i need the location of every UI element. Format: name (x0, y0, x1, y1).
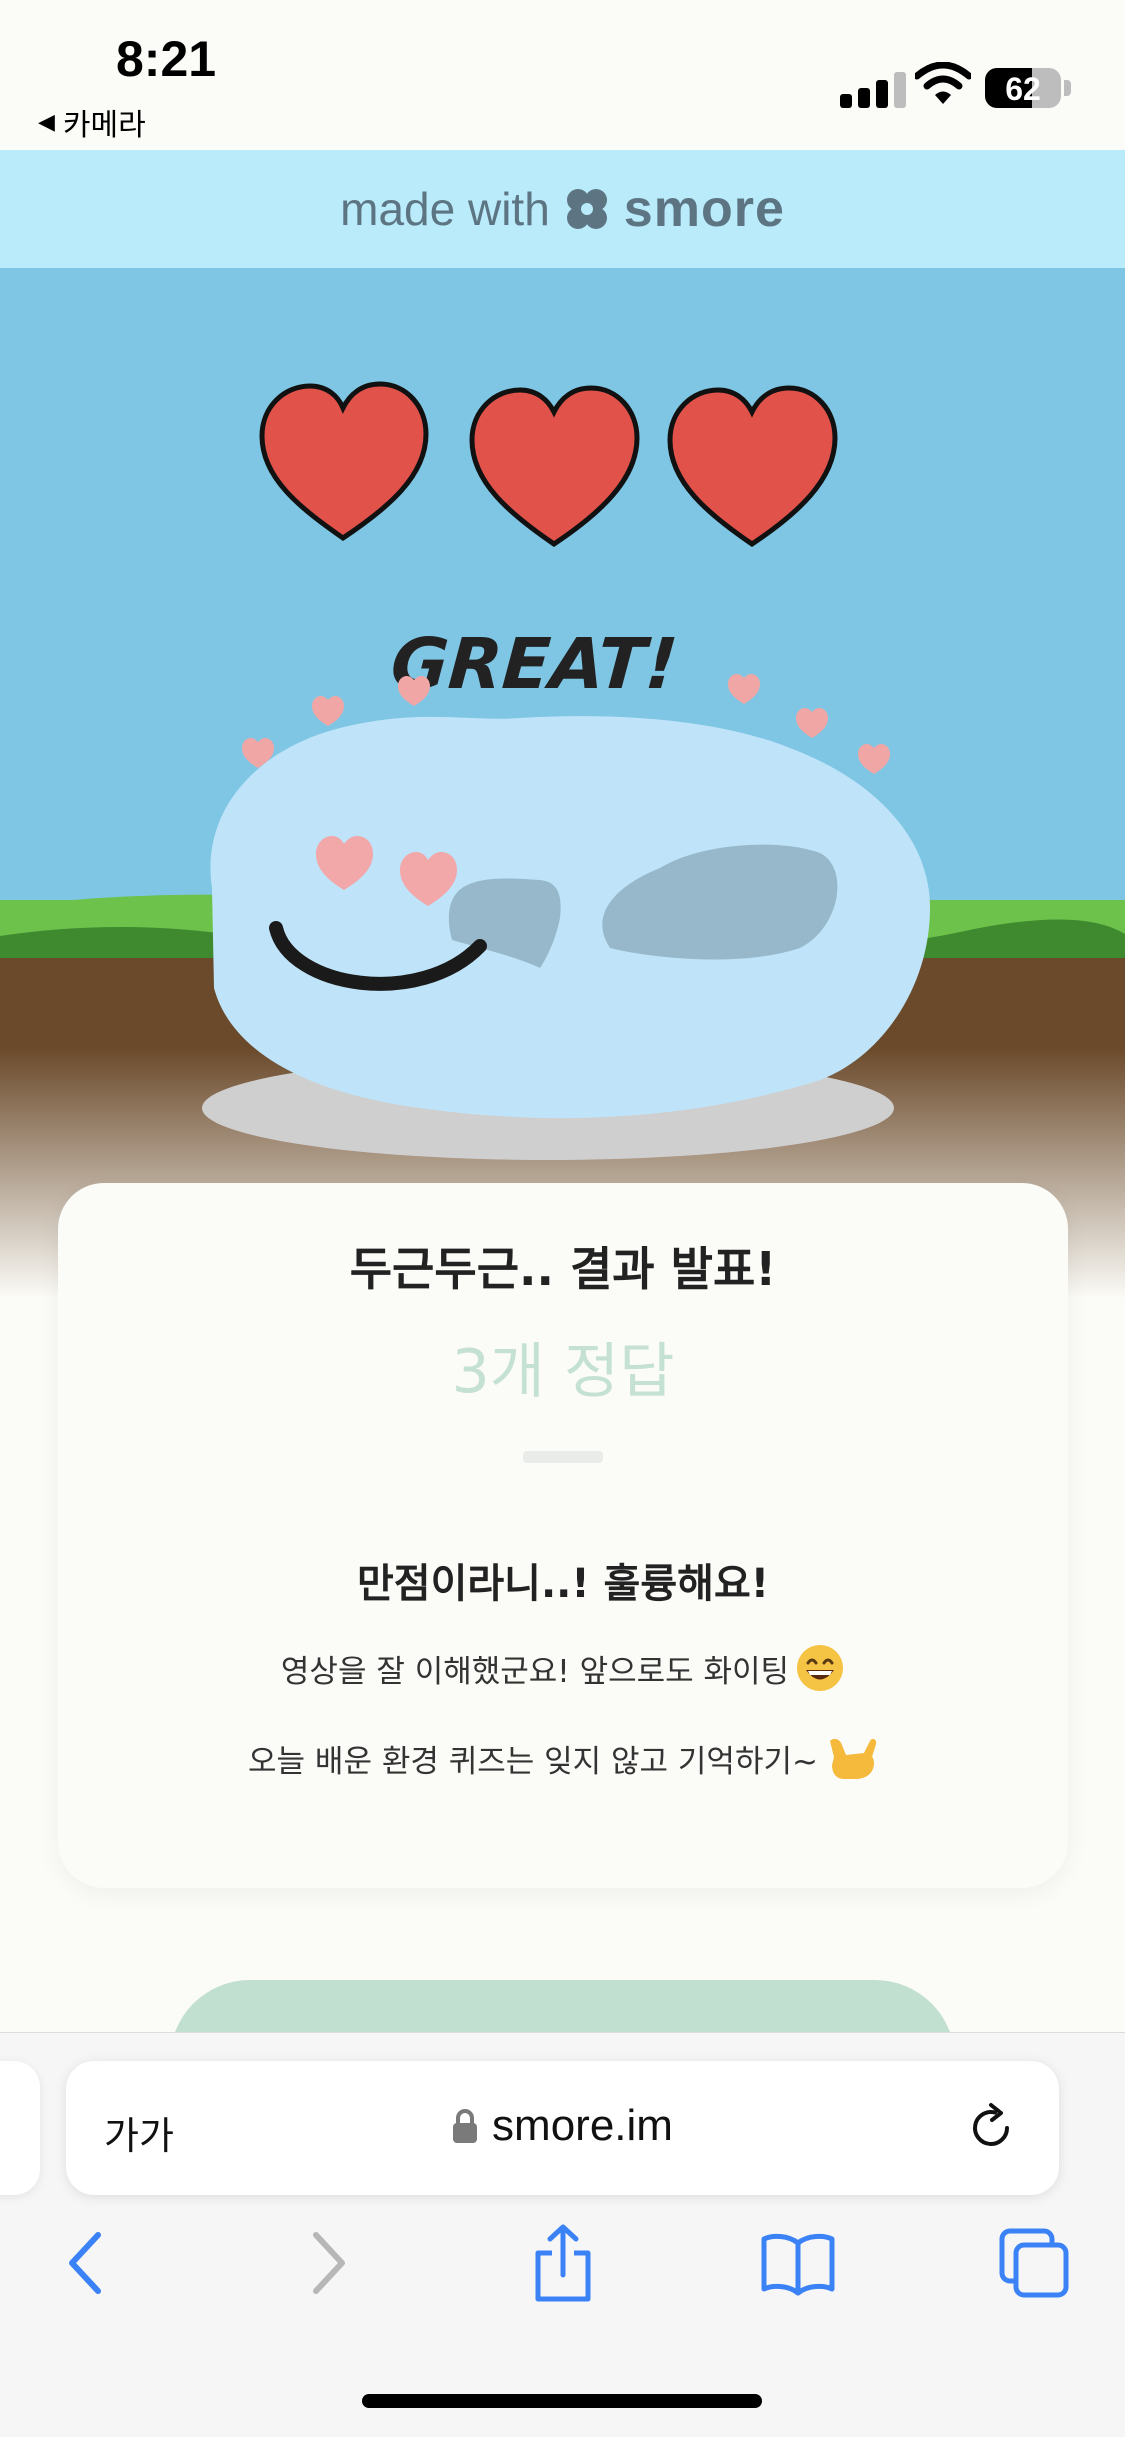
divider (523, 1451, 603, 1463)
status-bar: 8:21 ◀ 카메라 62 (0, 0, 1125, 150)
bookmarks-icon[interactable] (758, 2223, 838, 2303)
lock-icon (453, 2109, 478, 2143)
back-app-label: 카메라 (62, 108, 146, 143)
reload-icon[interactable] (965, 2101, 1019, 2155)
url-text: smore.im (492, 2101, 673, 2150)
result-heading: 두근두근.. 결과 발표! (349, 1242, 777, 1296)
cellular-signal-icon (840, 72, 906, 108)
status-time: 8:21 (116, 31, 217, 87)
result-card: 두근두근.. 결과 발표! 3개 정답 만점이라니..! 훌륭해요! 영상을 잘… (58, 1183, 1068, 1888)
result-illustration: GREAT! (0, 268, 1125, 1298)
back-triangle-icon: ◀ (38, 109, 55, 135)
tabs-icon[interactable] (996, 2223, 1072, 2303)
forward-chevron-icon[interactable] (302, 2223, 352, 2303)
message-line2-text: 오늘 배운 환경 퀴즈는 잊지 않고 기억하기~ (248, 1743, 818, 1780)
address-bar[interactable]: 가가 smore.im (66, 2061, 1059, 2195)
message-line1-text: 영상을 잘 이해했군요! 앞으로도 화이팅 (280, 1653, 790, 1690)
back-chevron-icon[interactable] (62, 2223, 112, 2303)
browser-toolbar (0, 2223, 1125, 2313)
home-indicator (362, 2394, 762, 2408)
previous-tab-preview[interactable] (0, 2061, 40, 2195)
browser-bottom-bar: 가가 smore.im (0, 2032, 1125, 2437)
wifi-icon (915, 62, 971, 104)
battery-cap (1064, 80, 1071, 96)
smore-brand-label: smore (623, 180, 785, 238)
grinning-emoji-icon (797, 1645, 844, 1691)
result-message-line2: 오늘 배운 환경 퀴즈는 잊지 않고 기억하기~ (58, 1731, 1068, 1785)
battery-percent: 62 (1005, 71, 1041, 107)
url-display[interactable]: smore.im (66, 2101, 1059, 2151)
share-icon[interactable] (528, 2223, 598, 2303)
score-text: 3개 정답 (451, 1337, 675, 1407)
smore-logo-icon (566, 189, 607, 229)
life-hearts (259, 381, 838, 548)
made-with-label: made with (340, 183, 550, 235)
battery-icon: 62 (985, 68, 1061, 108)
made-with-smore-banner[interactable]: made with smore (0, 150, 1125, 268)
back-to-app-link[interactable]: ◀ 카메라 (38, 100, 146, 144)
great-text: GREAT! (388, 623, 680, 705)
result-message-line1: 영상을 잘 이해했군요! 앞으로도 화이팅 (58, 1643, 1068, 1693)
call-me-hand-emoji-icon (829, 1738, 877, 1779)
result-subheading: 만점이라니..! 훌륭해요! (356, 1561, 769, 1607)
